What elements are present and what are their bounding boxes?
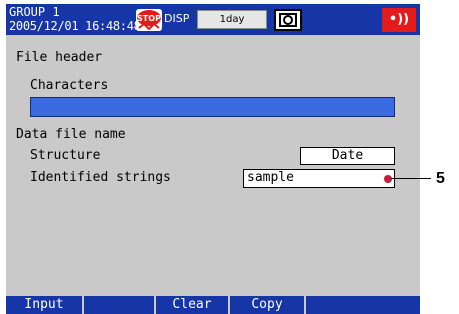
alarm-indicator-icon[interactable]: •)) — [382, 8, 416, 32]
stop-record-icon[interactable]: STOP — [135, 8, 163, 32]
svg-text:STOP: STOP — [137, 14, 161, 23]
characters-input[interactable] — [30, 97, 395, 117]
callout-line — [391, 178, 431, 179]
group-name: GROUP 1 — [9, 5, 60, 19]
callout-dot — [384, 175, 392, 183]
characters-label: Characters — [30, 78, 109, 93]
snapshot-icon[interactable] — [274, 9, 302, 31]
status-header: GROUP 1 2005/12/01 16:48:48 STOP DISP 1d… — [6, 4, 420, 35]
identified-strings-input[interactable]: sample — [243, 169, 395, 188]
softkey-input[interactable]: Input — [6, 296, 84, 314]
data-file-name-title: Data file name — [16, 127, 126, 142]
time-span-field[interactable]: 1day — [197, 10, 267, 29]
softkey-clear[interactable]: Clear — [156, 296, 230, 314]
structure-field[interactable]: Date — [300, 147, 395, 165]
identified-strings-label: Identified strings — [30, 170, 171, 185]
softkey-copy[interactable]: Copy — [230, 296, 306, 314]
structure-label: Structure — [30, 148, 101, 163]
softkey-bar: Input Clear Copy — [6, 296, 420, 314]
recorder-screen: GROUP 1 2005/12/01 16:48:48 STOP DISP 1d… — [6, 4, 420, 314]
disp-label: DISP — [164, 12, 190, 25]
softkey-blank[interactable] — [84, 296, 156, 314]
file-header-title: File header — [16, 50, 103, 65]
callout-number: 5 — [436, 170, 445, 187]
date-time: 2005/12/01 16:48:48 — [9, 19, 141, 33]
